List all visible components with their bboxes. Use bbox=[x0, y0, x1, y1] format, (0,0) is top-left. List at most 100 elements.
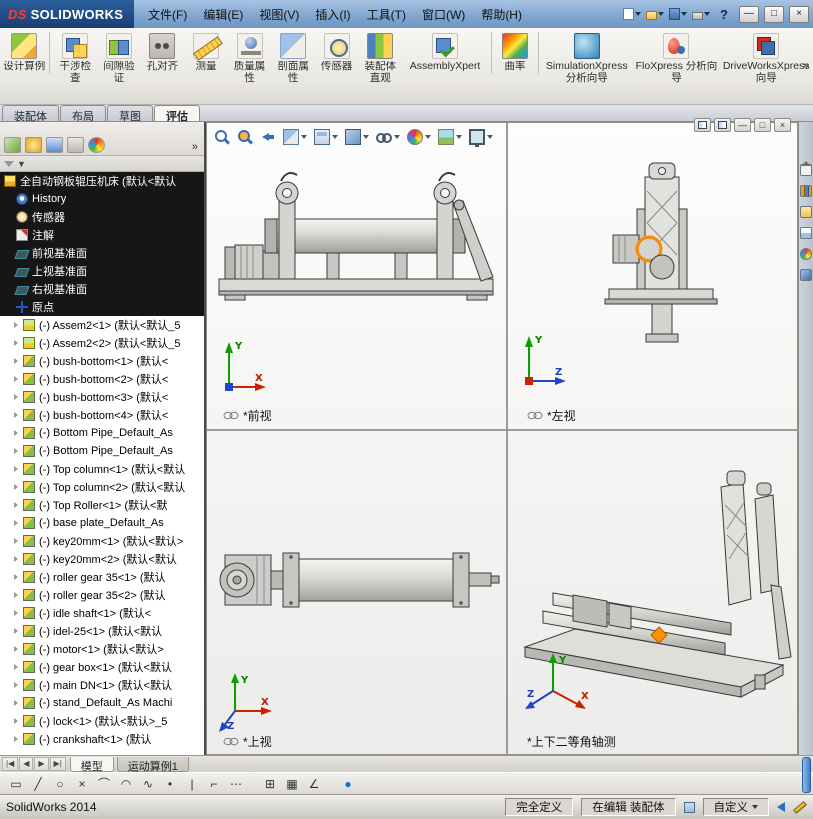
collapse-taskpane-icon[interactable] bbox=[777, 802, 785, 812]
tree-item[interactable]: (-) key20mm<2> (默认<默认 bbox=[0, 550, 204, 568]
corner-rectangle-tool-icon[interactable]: ⌐ bbox=[204, 775, 224, 793]
spline-tool-icon[interactable]: ∿ bbox=[138, 775, 158, 793]
tree-item[interactable]: History bbox=[0, 190, 204, 208]
ribbon-overflow-button[interactable]: » bbox=[802, 58, 809, 72]
tree-item[interactable]: (-) bush-bottom<3> (默认< bbox=[0, 388, 204, 406]
tree-item[interactable]: (-) Bottom Pipe_Default_As bbox=[0, 442, 204, 460]
menu-item[interactable]: 编辑(E) bbox=[195, 4, 251, 25]
command-tab[interactable]: 装配体 bbox=[2, 105, 59, 123]
tree-item[interactable]: (-) bush-bottom<2> (默认< bbox=[0, 370, 204, 388]
ribbon-button[interactable]: 传感器 bbox=[315, 32, 359, 74]
custom-properties-icon[interactable] bbox=[800, 269, 812, 281]
displaymanager-tab-icon[interactable] bbox=[88, 137, 105, 153]
view-orientation-icon[interactable] bbox=[313, 128, 339, 146]
edit-appearance-icon[interactable] bbox=[406, 128, 432, 146]
tree-item[interactable]: (-) idel-25<1> (默认<默认 bbox=[0, 622, 204, 640]
zoom-fit-icon[interactable] bbox=[213, 128, 231, 146]
circle-tool-icon[interactable]: ○ bbox=[50, 775, 70, 793]
viewport-layout-button-1[interactable] bbox=[694, 118, 711, 132]
view-palette-icon[interactable] bbox=[800, 227, 812, 239]
tangent-arc-tool-icon[interactable]: ◠ bbox=[116, 775, 136, 793]
model-tab[interactable]: 模型 bbox=[69, 756, 114, 773]
menu-item[interactable]: 工具(T) bbox=[359, 4, 414, 25]
command-tab[interactable]: 草图 bbox=[107, 105, 153, 123]
ribbon-button[interactable]: SimulationXpress 分析向导 bbox=[542, 32, 632, 85]
tree-item[interactable]: (-) roller gear 35<2> (默认 bbox=[0, 586, 204, 604]
tree-item[interactable]: (-) stand_Default_As Machi bbox=[0, 694, 204, 712]
tree-overflow-button[interactable]: » bbox=[189, 141, 201, 153]
tree-item[interactable]: (-) crankshaft<1> (默认 bbox=[0, 730, 204, 748]
configurationmanager-tab-icon[interactable] bbox=[46, 137, 63, 153]
doc-restore-button[interactable]: □ bbox=[754, 118, 771, 132]
doc-close-button[interactable]: × bbox=[774, 118, 791, 132]
snap-tool-icon[interactable]: ● bbox=[338, 775, 358, 793]
minimize-button[interactable]: — bbox=[739, 5, 759, 23]
tree-item[interactable]: (-) idle shaft<1> (默认< bbox=[0, 604, 204, 622]
open-button[interactable] bbox=[645, 5, 665, 23]
ribbon-button[interactable]: 孔对齐 bbox=[141, 32, 185, 74]
ribbon-button[interactable]: 曲率 bbox=[495, 32, 539, 74]
tree-item[interactable]: (-) Bottom Pipe_Default_As bbox=[0, 424, 204, 442]
tab-scroll-button[interactable]: |◀ bbox=[2, 757, 19, 771]
tree-item[interactable]: (-) base plate_Default_As bbox=[0, 514, 204, 532]
ribbon-button[interactable]: 质量属性 bbox=[228, 32, 272, 85]
polygon-tool-icon[interactable]: ⋯ bbox=[226, 775, 246, 793]
trim-tool-icon[interactable]: × bbox=[72, 775, 92, 793]
tree-item[interactable]: (-) Top column<1> (默认<默认 bbox=[0, 460, 204, 478]
tree-item[interactable]: (-) motor<1> (默认<默认> bbox=[0, 640, 204, 658]
tree-item[interactable]: 原点 bbox=[0, 298, 204, 316]
ribbon-button[interactable]: DriveWorksXpress 向导 bbox=[721, 32, 811, 85]
tree-item[interactable]: 右视基准面 bbox=[0, 280, 204, 298]
featuremanager-tab-icon[interactable] bbox=[4, 137, 21, 153]
menu-item[interactable]: 文件(F) bbox=[140, 4, 195, 25]
tree-item[interactable]: (-) key20mm<1> (默认<默认> bbox=[0, 532, 204, 550]
tree-item[interactable]: (-) bush-bottom<4> (默认< bbox=[0, 406, 204, 424]
tree-item[interactable]: 上视基准面 bbox=[0, 262, 204, 280]
ribbon-button[interactable]: 测量 bbox=[184, 32, 228, 74]
smart-dimension-tool-icon[interactable]: ∠ bbox=[304, 775, 324, 793]
ribbon-button[interactable]: 干涉检查 bbox=[53, 32, 97, 85]
viewport-layout-button-2[interactable] bbox=[714, 118, 731, 132]
file-explorer-icon[interactable] bbox=[800, 206, 812, 218]
model-tab[interactable]: 运动算例1 bbox=[116, 756, 189, 773]
appearances-scenes-icon[interactable] bbox=[800, 248, 812, 260]
previous-view-icon[interactable] bbox=[259, 128, 277, 146]
menu-item[interactable]: 插入(I) bbox=[307, 4, 358, 25]
save-button[interactable] bbox=[668, 5, 688, 23]
tree-item[interactable]: 传感器 bbox=[0, 208, 204, 226]
display-style-icon[interactable] bbox=[344, 128, 370, 146]
tree-item[interactable]: (-) Top column<2> (默认<默认 bbox=[0, 478, 204, 496]
ribbon-button[interactable]: 设计算例 bbox=[2, 32, 51, 74]
tree-item[interactable]: (-) Assem2<1> (默认<默认_5 bbox=[0, 316, 204, 334]
tree-filter-bar[interactable]: ▼ bbox=[0, 156, 204, 172]
toolbar-scrollbar[interactable] bbox=[802, 757, 811, 793]
graphics-area[interactable]: Y X Y Z Y X Z Y X Z *前视 *左视 *上视 *上下二等角轴测 bbox=[206, 122, 799, 756]
grid-pattern-tool-icon[interactable]: ▦ bbox=[282, 775, 302, 793]
tree-item[interactable]: (-) roller gear 35<1> (默认 bbox=[0, 568, 204, 586]
point-tool-icon[interactable]: • bbox=[160, 775, 180, 793]
ribbon-button[interactable]: 装配体直观 bbox=[358, 32, 402, 85]
hide-show-items-icon[interactable] bbox=[375, 128, 401, 146]
tab-scroll-button[interactable]: ▶| bbox=[49, 757, 66, 771]
apply-scene-icon[interactable] bbox=[437, 128, 463, 146]
zoom-area-icon[interactable] bbox=[236, 128, 254, 146]
new-document-button[interactable] bbox=[622, 5, 642, 23]
design-library-icon[interactable] bbox=[800, 185, 812, 197]
ribbon-button[interactable]: 剖面属性 bbox=[271, 32, 315, 85]
tree-item[interactable]: (-) bush-bottom<1> (默认< bbox=[0, 352, 204, 370]
tree-item[interactable]: 前视基准面 bbox=[0, 244, 204, 262]
close-button[interactable]: × bbox=[789, 5, 809, 23]
maximize-button[interactable]: □ bbox=[764, 5, 784, 23]
custom-dropdown[interactable]: 自定义 bbox=[702, 798, 769, 816]
menu-item[interactable]: 帮助(H) bbox=[473, 4, 530, 25]
menu-item[interactable]: 视图(V) bbox=[251, 4, 307, 25]
grid-units-icon[interactable] bbox=[683, 801, 695, 813]
arc-tool-icon[interactable]: ⌒ bbox=[94, 775, 114, 793]
linear-pattern-tool-icon[interactable]: ⊞ bbox=[260, 775, 280, 793]
menu-item[interactable]: 窗口(W) bbox=[414, 4, 473, 25]
tree-item[interactable]: (-) Assem2<2> (默认<默认_5 bbox=[0, 334, 204, 352]
line-tool-icon[interactable]: ╱ bbox=[28, 775, 48, 793]
centerline-tool-icon[interactable]: | bbox=[182, 775, 202, 793]
viewport-vertical-splitter[interactable] bbox=[506, 123, 508, 756]
tree-item[interactable]: 全自动钢板辊压机床 (默认<默认 bbox=[0, 172, 204, 190]
